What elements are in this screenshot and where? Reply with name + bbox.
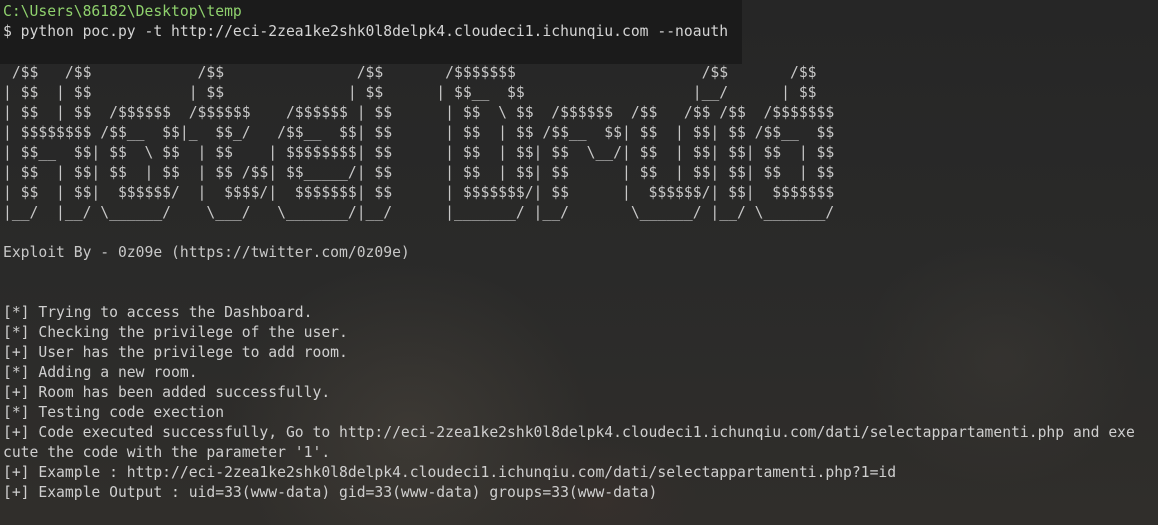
log-line: [+] Example : http://eci-2zea1ke2shk0l8d… [3, 464, 897, 481]
log-line: [+] Room has been added successfully. [3, 384, 331, 401]
log-line: [*] Checking the privilege of the user. [3, 324, 348, 341]
log-line: [+] Example Output : uid=33(www-data) gi… [3, 484, 658, 501]
working-directory-path: C:\Users\86182\Desktop\temp [3, 3, 242, 20]
log-line: [*] Trying to access the Dashboard. [3, 304, 313, 321]
log-line: [+] Code executed successfully, Go to ht… [3, 424, 1135, 441]
ascii-art-banner: /$$ /$$ /$$ /$$ /$$$$$$$ /$$ /$$ | $$ | … [3, 64, 835, 221]
exploit-credit: Exploit By - 0z09e (https://twitter.com/… [3, 244, 410, 261]
terminal-window[interactable]: C:\Users\86182\Desktop\temp $ python poc… [0, 0, 1158, 525]
log-line: [*] Testing code exection [3, 404, 225, 421]
log-line: [+] User has the privilege to add room. [3, 344, 348, 361]
output-log: [*] Trying to access the Dashboard. [*] … [3, 303, 1155, 503]
log-line: [*] Adding a new room. [3, 364, 198, 381]
command-input-line[interactable]: $ python poc.py -t http://eci-2zea1ke2sh… [3, 22, 728, 42]
log-line: cute the code with the parameter '1'. [3, 444, 331, 461]
